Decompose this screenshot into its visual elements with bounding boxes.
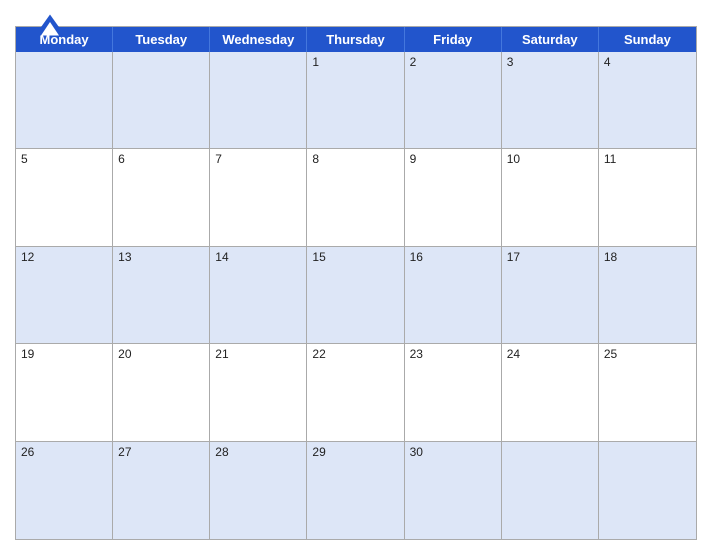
day-cell: 9 <box>405 149 502 246</box>
day-number: 15 <box>312 250 398 264</box>
weeks-container: 1234567891011121314151617181920212223242… <box>16 52 696 539</box>
day-cell <box>210 52 307 149</box>
day-number: 2 <box>410 55 496 69</box>
day-header-wednesday: Wednesday <box>210 27 307 52</box>
day-cell: 25 <box>599 344 696 441</box>
day-cell: 2 <box>405 52 502 149</box>
day-cell <box>113 52 210 149</box>
day-number: 16 <box>410 250 496 264</box>
day-number: 17 <box>507 250 593 264</box>
day-number: 22 <box>312 347 398 361</box>
day-headers-row: MondayTuesdayWednesdayThursdayFridaySatu… <box>16 27 696 52</box>
day-cell: 3 <box>502 52 599 149</box>
day-cell <box>502 442 599 539</box>
day-number: 5 <box>21 152 107 166</box>
day-cell: 1 <box>307 52 404 149</box>
day-number: 18 <box>604 250 691 264</box>
day-number: 23 <box>410 347 496 361</box>
week-row-5: 26 27 28 29 30 <box>16 442 696 539</box>
day-cell: 5 <box>16 149 113 246</box>
day-cell <box>16 52 113 149</box>
day-number: 8 <box>312 152 398 166</box>
day-header-saturday: Saturday <box>502 27 599 52</box>
day-cell: 16 <box>405 247 502 344</box>
day-cell: 10 <box>502 149 599 246</box>
day-cell: 4 <box>599 52 696 149</box>
day-number: 21 <box>215 347 301 361</box>
day-cell: 20 <box>113 344 210 441</box>
day-number: 9 <box>410 152 496 166</box>
day-cell: 14 <box>210 247 307 344</box>
day-number: 20 <box>118 347 204 361</box>
day-number: 28 <box>215 445 301 459</box>
day-number: 14 <box>215 250 301 264</box>
day-number: 27 <box>118 445 204 459</box>
day-number: 13 <box>118 250 204 264</box>
day-number: 12 <box>21 250 107 264</box>
day-cell: 19 <box>16 344 113 441</box>
day-cell: 18 <box>599 247 696 344</box>
calendar-grid: MondayTuesdayWednesdayThursdayFridaySatu… <box>15 26 697 540</box>
day-cell: 7 <box>210 149 307 246</box>
day-cell: 13 <box>113 247 210 344</box>
day-number: 11 <box>604 152 691 166</box>
day-number: 7 <box>215 152 301 166</box>
day-number: 26 <box>21 445 107 459</box>
day-number: 3 <box>507 55 593 69</box>
week-row-1: 1234 <box>16 52 696 149</box>
calendar-header <box>15 10 697 20</box>
day-cell: 15 <box>307 247 404 344</box>
day-cell: 28 <box>210 442 307 539</box>
week-row-3: 12 13 14 15 16 17 18 <box>16 247 696 344</box>
day-cell: 17 <box>502 247 599 344</box>
day-number: 4 <box>604 55 691 69</box>
day-number: 25 <box>604 347 691 361</box>
day-cell: 24 <box>502 344 599 441</box>
day-number: 30 <box>410 445 496 459</box>
day-cell: 30 <box>405 442 502 539</box>
week-row-2: 56789 10 11 <box>16 149 696 246</box>
day-cell: 6 <box>113 149 210 246</box>
day-number: 19 <box>21 347 107 361</box>
day-cell: 22 <box>307 344 404 441</box>
day-cell: 12 <box>16 247 113 344</box>
day-cell: 29 <box>307 442 404 539</box>
day-number: 6 <box>118 152 204 166</box>
logo <box>15 14 85 37</box>
week-row-4: 19 20 21 22 23 24 25 <box>16 344 696 441</box>
logo-icon <box>35 14 65 36</box>
day-cell: 23 <box>405 344 502 441</box>
day-number: 29 <box>312 445 398 459</box>
day-header-thursday: Thursday <box>307 27 404 52</box>
day-cell: 26 <box>16 442 113 539</box>
day-cell <box>599 442 696 539</box>
day-number: 24 <box>507 347 593 361</box>
day-cell: 21 <box>210 344 307 441</box>
day-cell: 8 <box>307 149 404 246</box>
day-header-friday: Friday <box>405 27 502 52</box>
day-cell: 11 <box>599 149 696 246</box>
day-number: 1 <box>312 55 398 69</box>
day-header-sunday: Sunday <box>599 27 696 52</box>
day-header-tuesday: Tuesday <box>113 27 210 52</box>
day-number: 10 <box>507 152 593 166</box>
day-cell: 27 <box>113 442 210 539</box>
